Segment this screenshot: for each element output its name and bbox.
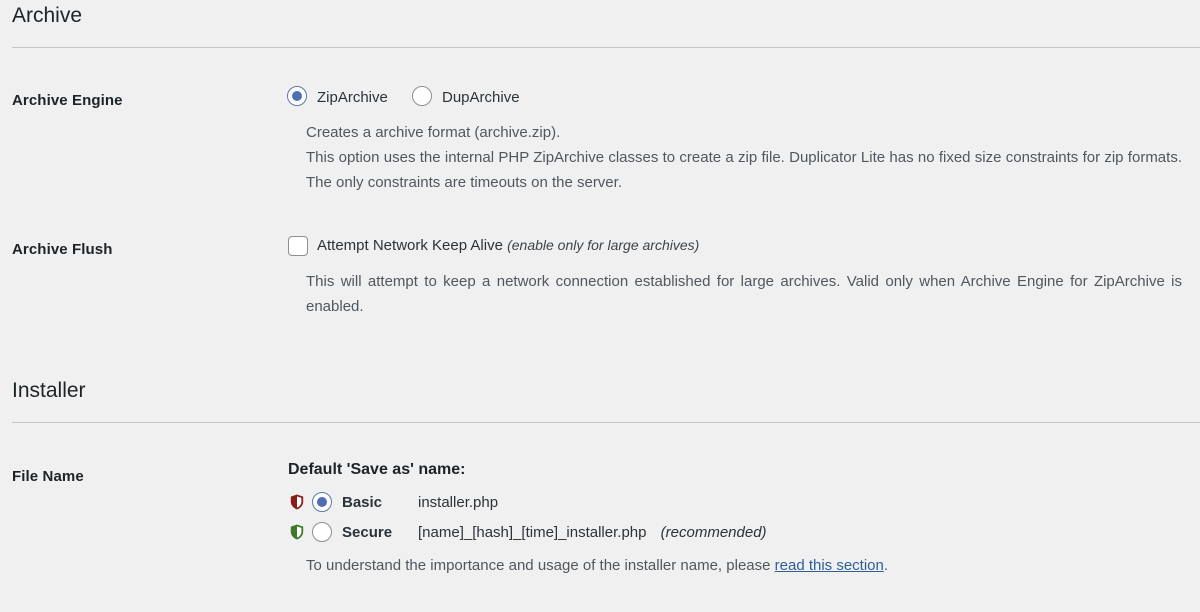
save-as-heading: Default 'Save as' name:: [288, 461, 466, 478]
installer-divider: [12, 422, 1200, 423]
secure-filename-row: [name]_[hash]_[time]_installer.php (reco…: [418, 524, 767, 541]
secure-label[interactable]: Secure: [342, 524, 392, 541]
file-name-label: File Name: [12, 468, 84, 485]
read-this-section-link[interactable]: read this section: [775, 557, 884, 574]
archive-engine-desc-line1: Creates a archive format (archive.zip).: [306, 124, 561, 141]
duparchive-label[interactable]: DupArchive: [442, 89, 520, 106]
archive-flush-label: Archive Flush: [12, 241, 113, 258]
secure-radio[interactable]: [312, 522, 332, 542]
installer-help-sentence: To understand the importance and usage o…: [306, 557, 771, 574]
keep-alive-option[interactable]: Attempt Network Keep Alive (enable only …: [317, 237, 699, 254]
recommended-note: (recommended): [660, 524, 767, 541]
secure-filename: [name]_[hash]_[time]_installer.php: [418, 524, 647, 541]
shield-secure-icon: [290, 524, 304, 540]
ziparchive-label[interactable]: ZipArchive: [317, 89, 388, 106]
keep-alive-checkbox[interactable]: [288, 236, 308, 256]
archive-engine-desc-italic: This option uses the internal PHP ZipArc…: [306, 149, 1182, 191]
duparchive-radio[interactable]: [412, 86, 432, 106]
archive-engine-label: Archive Engine: [12, 92, 123, 109]
basic-radio[interactable]: [312, 492, 332, 512]
ziparchive-radio[interactable]: [287, 86, 307, 106]
installer-section-title: Installer: [12, 379, 86, 402]
archive-section-title: Archive: [12, 4, 83, 27]
archive-engine-description: Creates a archive format (archive.zip). …: [306, 120, 1182, 195]
installer-help-text: To understand the importance and usage o…: [306, 553, 888, 578]
archive-flush-description: This will attempt to keep a network conn…: [306, 273, 1182, 315]
keep-alive-label[interactable]: Attempt Network Keep Alive: [317, 237, 503, 254]
archive-divider: [12, 47, 1200, 48]
keep-alive-note: (enable only for large archives): [507, 237, 700, 253]
basic-label[interactable]: Basic: [342, 494, 382, 511]
shield-unsecure-icon: [290, 494, 304, 510]
help-end-period: .: [883, 557, 889, 574]
basic-filename: installer.php: [418, 494, 499, 511]
